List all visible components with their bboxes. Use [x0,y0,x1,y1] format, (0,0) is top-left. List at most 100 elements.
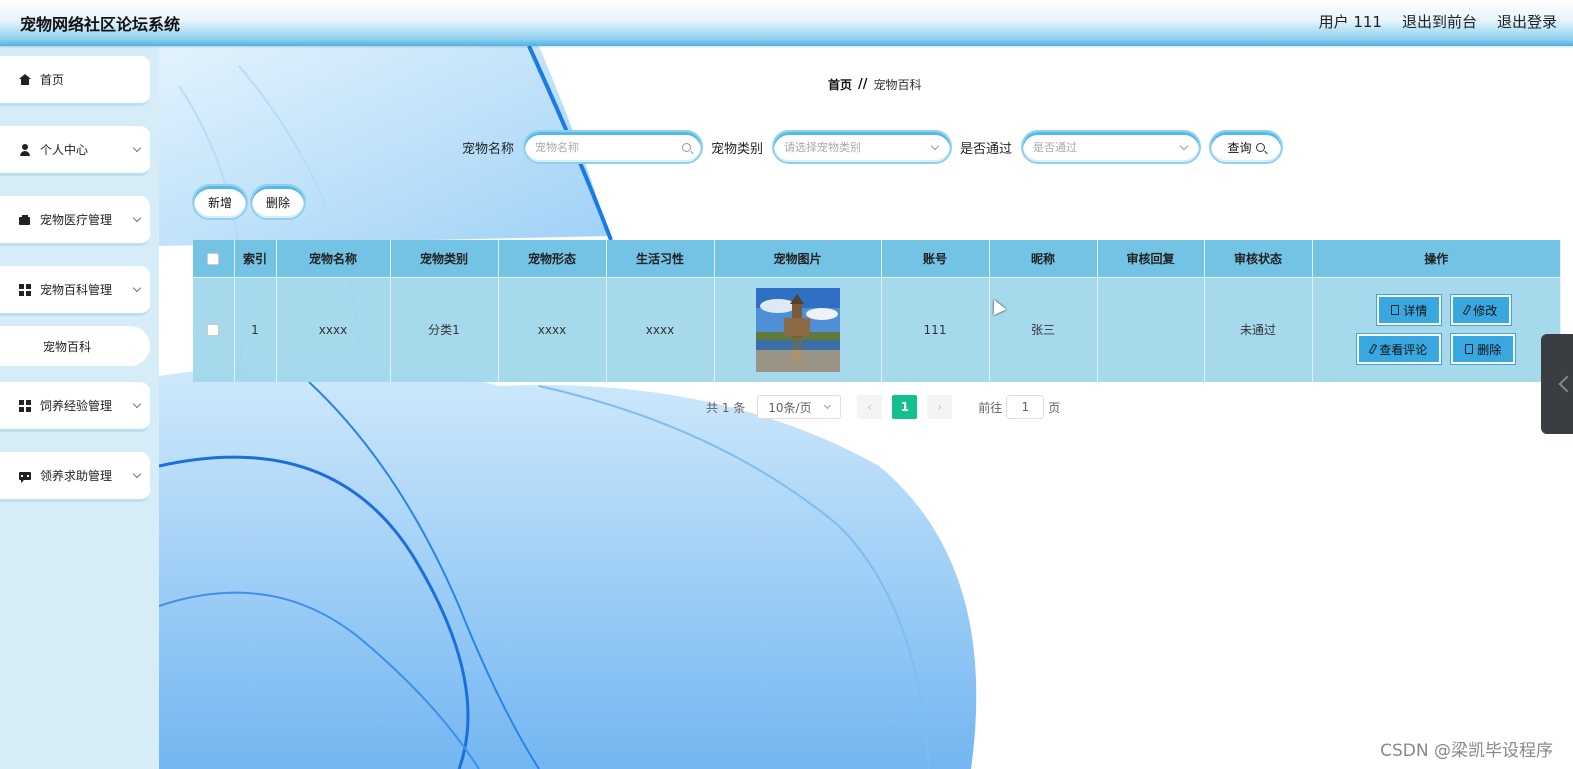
table-header-row: 索引 宠物名称 宠物类别 宠物形态 生活习性 宠物图片 账号 昵称 审核回复 审… [193,240,1561,277]
table-row: 1 xxxx 分类1 xxxx xxxx 111 张三 未通过 详情 修改 查看… [193,276,1561,382]
pet-name-input[interactable]: 宠物名称 [523,130,704,164]
grid-icon [18,399,32,413]
pet-category-placeholder: 请选择宠物类别 [784,141,862,154]
exit-front-link[interactable]: 退出到前台 [1402,11,1477,32]
goto-page-input[interactable]: 1 [1006,395,1045,419]
row-delete-button[interactable]: 删除 [1451,334,1516,365]
pagination-total: 共 1 条 [706,400,746,415]
query-button[interactable]: 查询 [1209,130,1284,164]
pencil-icon [1369,343,1378,355]
data-table: 索引 宠物名称 宠物类别 宠物形态 生活习性 宠物图片 账号 昵称 审核回复 审… [193,240,1561,382]
side-panel-toggle[interactable] [1541,334,1573,434]
breadcrumb-home[interactable]: 首页 [828,76,852,93]
pagination: 共 1 条 10条/页 ‹ 1 › 前往 1 页 [706,395,1060,419]
page-size-value: 10条/页 [768,400,812,415]
detail-button-label: 详情 [1403,303,1428,318]
trash-icon [1465,344,1474,355]
view-comments-button-label: 查看评论 [1379,342,1428,357]
cell-account: 111 [881,276,990,382]
sidebar-item-home[interactable]: 首页 [0,56,150,106]
page-suffix: 页 [1048,400,1061,415]
add-button[interactable]: 新增 [192,184,249,220]
column-header: 操作 [1312,240,1561,277]
approved-select[interactable]: 是否通过 [1021,130,1202,164]
cell-pet-form: xxxx [498,276,607,382]
pet-category-label: 宠物类别 [711,141,764,157]
column-header: 审核状态 [1204,240,1313,277]
goto-label: 前往 [978,400,1003,415]
cell-nickname: 张三 [989,276,1098,382]
sidebar-item-pet-encyclopedia[interactable]: 宠物百科管理 [0,266,150,316]
user-label[interactable]: 用户 111 [1319,11,1382,32]
search-icon [1255,142,1265,152]
chevron-down-icon [132,213,142,223]
breadcrumb-separator: // [858,77,868,92]
cell-pet-image [714,276,882,382]
grid-icon [18,283,32,297]
app-title: 宠物网络社区论坛系统 [20,15,181,34]
pet-name-placeholder: 宠物名称 [535,141,580,154]
cell-habit: xxxx [606,276,715,382]
chevron-down-icon [824,401,832,410]
pet-name-label: 宠物名称 [462,141,515,157]
edit-button-label: 修改 [1473,303,1498,318]
column-header: 审核回复 [1097,240,1205,277]
column-header: 索引 [234,240,277,277]
chevron-down-icon [132,469,142,479]
column-header: 生活习性 [606,240,715,277]
cell-review-status: 未通过 [1204,276,1313,382]
cell-pet-category: 分类1 [390,276,499,382]
chevron-down-icon [132,143,142,153]
sidebar-subitem-label: 宠物百科 [43,339,92,354]
column-header: 宠物图片 [714,240,882,277]
watermark: CSDN @梁凯毕设程序 [1380,741,1553,761]
cell-pet-name: xxxx [276,276,391,382]
select-all-cell [193,240,235,277]
edit-button[interactable]: 修改 [1451,295,1512,326]
column-header: 账号 [881,240,990,277]
pet-image-thumbnail[interactable] [755,287,840,372]
wallet-icon [18,213,32,227]
view-comments-button[interactable]: 查看评论 [1357,334,1442,365]
query-button-label: 查询 [1227,140,1252,155]
chevron-down-icon [132,283,142,293]
sidebar-item-personal-center[interactable]: 个人中心 [0,126,150,176]
select-all-checkbox[interactable] [207,252,220,265]
sidebar-item-label: 领养求助管理 [40,469,113,483]
sidebar-item-adoption-help[interactable]: 领养求助管理 [0,452,150,502]
sidebar-item-pet-medical[interactable]: 宠物医疗管理 [0,196,150,246]
pencil-icon [1463,304,1472,316]
search-bar: 宠物名称 宠物名称 宠物类别 请选择宠物类别 是否通过 是否通过 查询 [462,130,1284,164]
sidebar-item-label: 宠物百科管理 [40,283,113,297]
pet-category-select[interactable]: 请选择宠物类别 [772,130,953,164]
document-icon [1391,305,1400,316]
action-buttons: 新增 删除 [192,184,307,220]
sidebar-item-label: 个人中心 [40,143,89,157]
prev-page-button[interactable]: ‹ [857,395,883,419]
sidebar: 首页 个人中心 宠物医疗管理 宠物百科管理 宠物百科 饲养经验管理 领养求助管理 [0,46,159,769]
sidebar-item-label: 宠物医疗管理 [40,213,113,227]
breadcrumb-current: 宠物百科 [873,78,922,92]
top-header: 宠物网络社区论坛系统 用户 111 退出到前台 退出登录 [0,0,1573,46]
page-size-select[interactable]: 10条/页 [757,395,842,419]
approved-label: 是否通过 [960,141,1013,157]
delete-button[interactable]: 删除 [250,184,307,220]
detail-button[interactable]: 详情 [1377,295,1442,326]
user-icon [18,143,32,157]
column-header: 昵称 [989,240,1098,277]
cell-index: 1 [234,276,277,382]
main-content: 首页 // 宠物百科 宠物名称 宠物名称 宠物类别 请选择宠物类别 是否通过 是… [159,46,1573,769]
next-page-button[interactable]: › [927,395,953,419]
row-select-cell [193,276,235,382]
sidebar-subitem-pet-encyclopedia[interactable]: 宠物百科 [0,326,150,366]
breadcrumb: 首页 // 宠物百科 [828,76,922,93]
sidebar-item-feeding-experience[interactable]: 饲养经验管理 [0,382,150,432]
logout-link[interactable]: 退出登录 [1497,11,1557,32]
page-number-current[interactable]: 1 [892,395,918,419]
cell-review-reply [1097,276,1205,382]
chat-icon [18,469,32,483]
row-delete-button-label: 删除 [1477,342,1502,357]
header-actions: 用户 111 退出到前台 退出登录 [1319,11,1557,32]
row-checkbox[interactable] [207,324,220,337]
column-header: 宠物名称 [276,240,391,277]
